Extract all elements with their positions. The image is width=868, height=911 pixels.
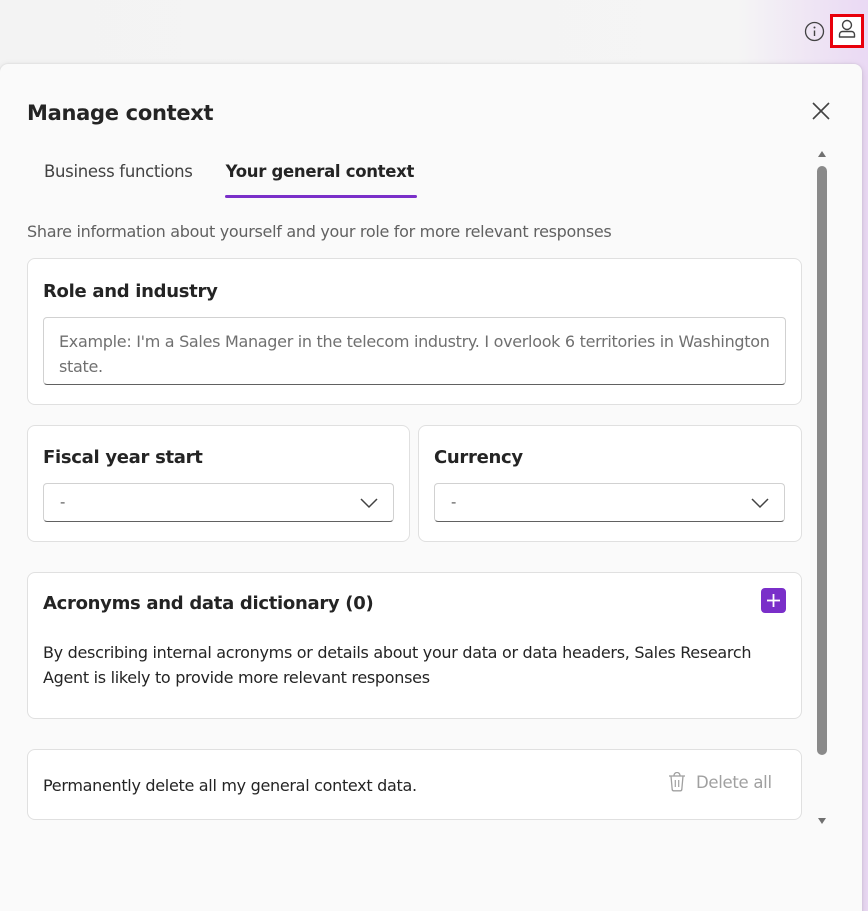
role-industry-title: Role and industry xyxy=(43,281,218,302)
tab-list: Business functions Your general context xyxy=(27,158,430,198)
tab-your-general-context[interactable]: Your general context xyxy=(210,158,430,198)
currency-value: - xyxy=(451,494,457,511)
currency-card: Currency - xyxy=(418,425,802,542)
delete-description: Permanently delete all my general contex… xyxy=(43,776,417,795)
role-industry-input[interactable]: Example: I'm a Sales Manager in the tele… xyxy=(43,317,786,385)
tab-business-functions[interactable]: Business functions xyxy=(27,158,210,198)
acronyms-description: By describing internal acronyms or detai… xyxy=(43,643,752,687)
scroll-up-arrow-icon[interactable] xyxy=(817,150,827,158)
delete-all-label: Delete all xyxy=(696,772,772,792)
trash-icon xyxy=(669,772,685,792)
fiscal-year-title: Fiscal year start xyxy=(43,447,203,468)
topbar-icons xyxy=(802,14,864,48)
person-icon xyxy=(836,18,858,45)
delete-card: Permanently delete all my general contex… xyxy=(27,749,802,820)
role-industry-card: Role and industry Example: I'm a Sales M… xyxy=(27,258,802,405)
scroll-down-arrow-icon[interactable] xyxy=(817,817,827,825)
close-icon xyxy=(811,101,831,126)
panel-title: Manage context xyxy=(27,101,214,125)
add-acronym-button[interactable] xyxy=(761,588,786,613)
currency-select[interactable]: - xyxy=(434,483,785,522)
info-icon[interactable] xyxy=(802,19,826,43)
manage-context-panel: Manage context Business functions Your g… xyxy=(0,64,862,911)
profile-button[interactable] xyxy=(830,14,864,48)
role-industry-placeholder: Example: I'm a Sales Manager in the tele… xyxy=(59,332,770,376)
chevron-down-icon xyxy=(360,498,378,509)
currency-title: Currency xyxy=(434,447,523,468)
panel-subtitle: Share information about yourself and you… xyxy=(27,222,612,241)
close-button[interactable] xyxy=(808,100,834,126)
delete-all-button[interactable]: Delete all xyxy=(668,772,772,792)
fiscal-year-value: - xyxy=(60,494,66,511)
fiscal-year-select[interactable]: - xyxy=(43,483,394,522)
chevron-down-icon xyxy=(751,498,769,509)
acronyms-card: Acronyms and data dictionary (0) By desc… xyxy=(27,572,802,719)
scrollbar-thumb[interactable] xyxy=(817,166,827,755)
plus-icon xyxy=(767,594,780,607)
acronyms-title: Acronyms and data dictionary (0) xyxy=(43,593,374,614)
fiscal-year-card: Fiscal year start - xyxy=(27,425,410,542)
